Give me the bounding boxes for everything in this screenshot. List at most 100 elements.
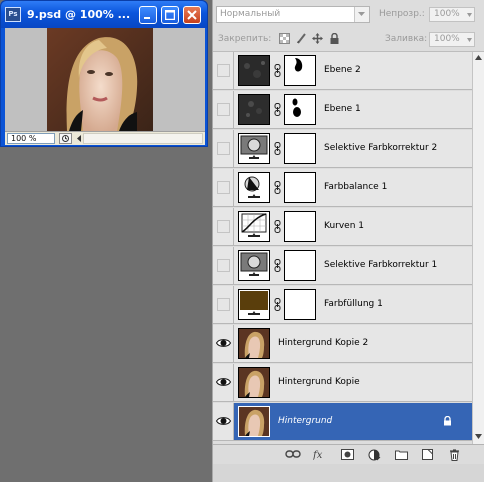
visibility-off-box[interactable] [217, 103, 230, 116]
visibility-toggle[interactable] [213, 286, 234, 323]
link-icon[interactable] [274, 103, 281, 116]
visibility-toggle[interactable] [213, 247, 234, 284]
svg-text:fx: fx [313, 450, 323, 460]
zoom-field[interactable]: 100 % [7, 133, 55, 144]
layer-row[interactable]: Kurven 1 [213, 208, 472, 246]
document-titlebar[interactable]: Ps 9.psd @ 100% ... [1, 1, 207, 28]
eye-icon[interactable] [216, 377, 231, 387]
new-layer-icon[interactable] [422, 449, 433, 460]
visibility-off-box[interactable] [217, 220, 230, 233]
opacity-label: Непрозр.: [379, 9, 425, 19]
selective-color-icon[interactable] [238, 250, 270, 281]
layer-row[interactable]: Hintergrund Kopie [213, 364, 472, 402]
lock-icon [444, 416, 451, 426]
visibility-off-box[interactable] [217, 181, 230, 194]
lock-transparency-icon[interactable] [279, 33, 290, 44]
scroll-down-icon[interactable] [475, 434, 482, 439]
document-canvas[interactable] [5, 28, 205, 131]
link-layers-icon[interactable] [285, 449, 301, 460]
link-icon[interactable] [274, 64, 281, 77]
blend-mode-select[interactable]: Нормальный [216, 6, 370, 23]
curves-icon[interactable] [238, 211, 270, 242]
layer-mask-thumbnail[interactable] [284, 55, 316, 86]
link-icon[interactable] [274, 259, 281, 272]
layer-mask-thumbnail[interactable] [284, 172, 316, 203]
document-window: Ps 9.psd @ 100% ... 100 % [0, 0, 208, 147]
layer-row[interactable]: Farbbalance 1 [213, 169, 472, 207]
layer-thumbnail[interactable] [238, 55, 270, 86]
layer-thumbnail[interactable] [238, 367, 270, 398]
chevron-down-icon [358, 12, 365, 16]
layer-mask-thumbnail[interactable] [284, 250, 316, 281]
layer-mask-thumbnail[interactable] [284, 289, 316, 320]
solid-fill-icon[interactable] [238, 289, 270, 320]
lock-position-icon[interactable] [312, 33, 323, 44]
layer-name: Selektive Farbkorrektur 1 [324, 260, 438, 270]
visibility-toggle[interactable] [213, 169, 234, 206]
close-button[interactable] [183, 6, 201, 24]
layer-name: Kurven 1 [324, 221, 365, 231]
link-icon[interactable] [274, 220, 281, 233]
layer-thumbnail[interactable] [238, 406, 270, 437]
layer-name: Ebene 1 [324, 104, 361, 114]
scroll-up-icon[interactable] [475, 55, 482, 60]
eye-icon[interactable] [216, 416, 231, 426]
layer-mask-thumbnail[interactable] [284, 211, 316, 242]
layer-style-fx-icon[interactable]: fx [313, 449, 327, 460]
visibility-toggle[interactable] [213, 91, 234, 128]
layer-row[interactable]: Selektive Farbkorrektur 1 [213, 247, 472, 285]
visibility-toggle[interactable] [213, 325, 234, 362]
blend-mode-value: Нормальный [220, 9, 281, 19]
link-icon[interactable] [274, 181, 281, 194]
visibility-off-box[interactable] [217, 298, 230, 311]
trash-icon[interactable] [449, 449, 460, 461]
fill-field[interactable]: 100% [429, 32, 475, 47]
blend-mode-dropdown-arrow[interactable] [354, 7, 369, 22]
layer-name: Hintergrund Kopie 2 [278, 338, 369, 348]
visibility-toggle[interactable] [213, 130, 234, 167]
maximize-button[interactable] [161, 6, 179, 24]
scroll-left-icon[interactable] [77, 135, 82, 142]
layer-name: Selektive Farbkorrektur 2 [324, 143, 438, 153]
visibility-toggle[interactable] [213, 403, 234, 440]
horizontal-scrollbar[interactable] [83, 133, 203, 144]
lock-pixels-icon[interactable] [296, 33, 307, 44]
visibility-toggle[interactable] [213, 208, 234, 245]
layer-row[interactable]: Selektive Farbkorrektur 2 [213, 130, 472, 168]
minimize-icon [144, 17, 150, 19]
opacity-field[interactable]: 100% [429, 7, 475, 22]
layer-row[interactable]: Farbfüllung 1 [213, 286, 472, 324]
maximize-icon [165, 10, 175, 20]
opacity-value: 100% [434, 9, 460, 19]
eye-icon[interactable] [216, 338, 231, 348]
layer-thumbnail[interactable] [238, 328, 270, 359]
panel-bottom-bar [213, 464, 484, 482]
document-info-icon[interactable] [59, 133, 72, 144]
layer-name: Hintergrund [278, 416, 333, 426]
adjustment-layer-icon[interactable] [368, 449, 381, 461]
layers-scrollbar[interactable] [472, 52, 484, 444]
layer-mask-thumbnail[interactable] [284, 133, 316, 164]
link-icon[interactable] [274, 298, 281, 311]
photoshop-icon: Ps [5, 7, 21, 22]
layer-thumbnail[interactable] [238, 94, 270, 125]
visibility-toggle[interactable] [213, 364, 234, 401]
folder-icon[interactable] [395, 449, 408, 460]
link-icon[interactable] [274, 142, 281, 155]
selective-color-icon[interactable] [238, 133, 270, 164]
chevron-down-icon [467, 13, 472, 17]
layer-row-selected[interactable]: Hintergrund [213, 403, 472, 441]
visibility-toggle[interactable] [213, 52, 234, 89]
layer-row[interactable]: Ebene 2 [213, 52, 472, 90]
add-mask-icon[interactable] [341, 449, 354, 460]
lock-all-icon[interactable] [329, 33, 340, 44]
layer-mask-thumbnail[interactable] [284, 94, 316, 125]
layer-row[interactable]: Ebene 1 [213, 91, 472, 129]
chevron-down-icon [467, 38, 472, 42]
color-balance-icon[interactable] [238, 172, 270, 203]
visibility-off-box[interactable] [217, 64, 230, 77]
minimize-button[interactable] [139, 6, 157, 24]
layer-row[interactable]: Hintergrund Kopie 2 [213, 325, 472, 363]
visibility-off-box[interactable] [217, 259, 230, 272]
visibility-off-box[interactable] [217, 142, 230, 155]
